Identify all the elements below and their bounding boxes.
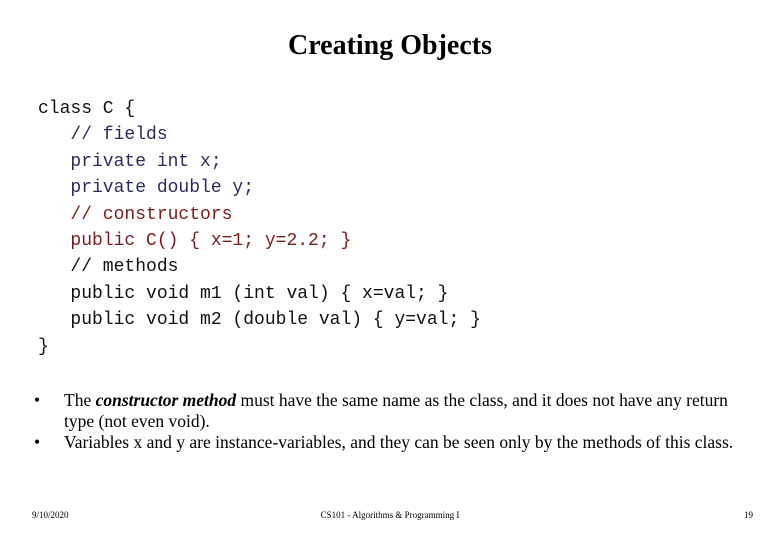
bullet-item: • The constructor method must have the s… bbox=[34, 390, 754, 432]
slide-title: Creating Objects bbox=[288, 30, 492, 61]
code-line: private double y; bbox=[38, 178, 255, 199]
code-line: // constructors bbox=[38, 204, 233, 225]
code-line: // fields bbox=[38, 125, 168, 146]
bullet-list: • The constructor method must have the s… bbox=[34, 390, 754, 453]
code-line: public void m1 (int val) { x=val; } bbox=[38, 283, 449, 304]
bullet-item: • Variables x and y are instance-variabl… bbox=[34, 432, 754, 453]
footer-page-number: 19 bbox=[744, 510, 753, 520]
bullet-text-pre: The bbox=[64, 390, 96, 410]
bullet-icon: • bbox=[34, 432, 41, 452]
code-line: public void m2 (double val) { y=val; } bbox=[38, 310, 481, 331]
footer-course: CS101 - Algorithms & Programming I bbox=[320, 510, 460, 520]
bullet-text: Variables x and y are instance-variables… bbox=[64, 432, 734, 452]
code-line: private int x; bbox=[38, 151, 222, 172]
bullet-icon: • bbox=[34, 390, 41, 410]
code-line: public C() { x=1; y=2.2; } bbox=[38, 230, 352, 251]
bullet-text: The constructor method must have the sam… bbox=[64, 390, 754, 432]
code-line: } bbox=[38, 336, 49, 357]
code-line: // methods bbox=[38, 257, 179, 278]
code-block: class C { // fields private int x; priva… bbox=[38, 96, 481, 360]
bullet-emphasis: constructor method bbox=[95, 390, 237, 410]
code-line: class C { bbox=[38, 99, 136, 119]
